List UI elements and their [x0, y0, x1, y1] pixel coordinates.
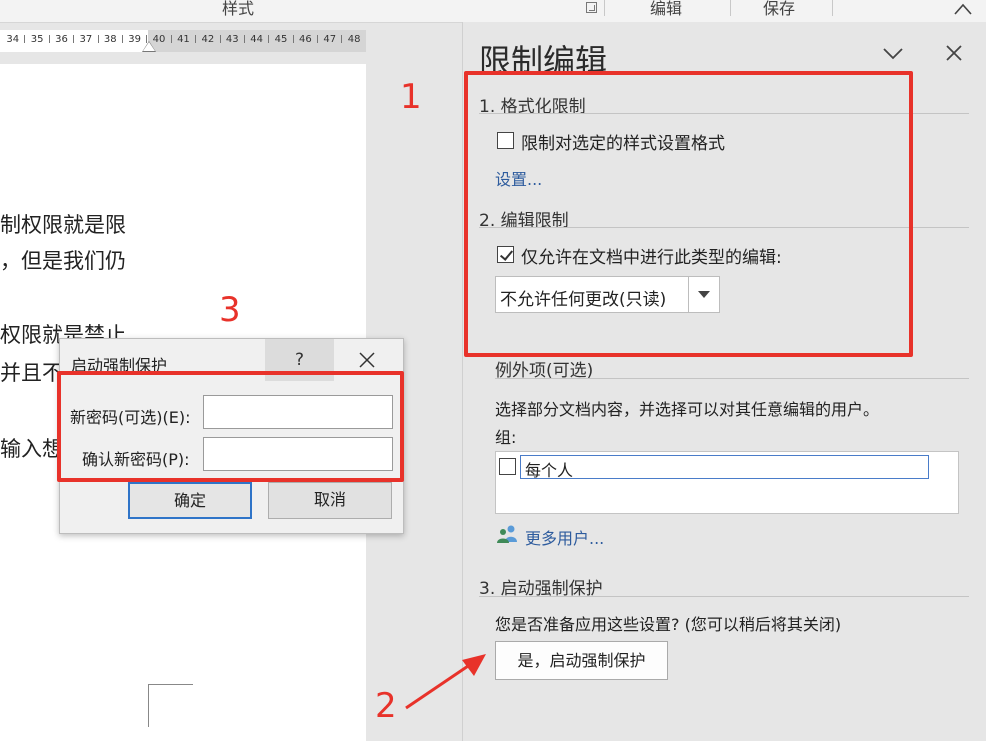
- ruler-tick-label: 44: [250, 34, 263, 45]
- ruler-tick-label: 35: [30, 34, 44, 45]
- section-divider: [495, 378, 969, 379]
- group-everyone-checkbox[interactable]: [499, 458, 516, 475]
- ribbon-group-editing[interactable]: 编辑: [650, 0, 682, 18]
- ruler-tick-label: 41: [177, 34, 190, 45]
- ruler-tick-label: 47: [323, 34, 337, 45]
- ruler-tick-label: 34: [6, 34, 20, 45]
- annotation-number-2: 2: [375, 686, 397, 726]
- ribbon-separator: [730, 0, 731, 16]
- ruler-tick-label: 38: [103, 34, 117, 45]
- start-enforcement-question: 您是否准备应用这些设置? (您可以稍后将其关闭): [495, 615, 842, 634]
- panel-options-chevron-icon[interactable]: [881, 46, 905, 62]
- users-icon: [497, 525, 517, 543]
- ribbon-separator: [604, 0, 605, 16]
- ruler-ticks: 34 35 36 37 38 39 40 41 42 43 44 45 46 47 48: [0, 34, 367, 45]
- collapse-ribbon-icon[interactable]: [953, 0, 973, 18]
- document-text-line: ，但是我们仍: [0, 249, 126, 273]
- page-crop-mark: [148, 684, 193, 727]
- ok-button[interactable]: 确定: [128, 482, 252, 519]
- document-text-line: 制权限就是限: [0, 213, 126, 237]
- ruler-tick-label: 43: [225, 34, 239, 45]
- ribbon-separator: [832, 0, 833, 16]
- more-users-link[interactable]: 更多用户...: [525, 525, 604, 549]
- annotation-number-3: 3: [219, 290, 241, 330]
- ribbon-group-styles: 样式: [222, 0, 255, 18]
- ruler-tick-label: 37: [79, 34, 93, 45]
- panel-close-icon[interactable]: [945, 44, 963, 62]
- annotation-box-1: [464, 71, 913, 357]
- ruler-tick-label: 36: [55, 34, 68, 45]
- group-item-everyone[interactable]: 每个人: [520, 455, 929, 480]
- document-text-line: 并且不: [0, 361, 63, 385]
- exceptions-description: 选择部分文档内容，并选择可以对其任意编辑的用户。: [495, 400, 880, 419]
- annotation-arrow-icon: [405, 654, 486, 710]
- ruler-tick-label: 46: [299, 34, 312, 45]
- group-item-label: 每个人: [525, 461, 574, 480]
- groups-label: 组:: [495, 428, 517, 447]
- ribbon-strip: 样式 编辑 保存: [0, 0, 986, 23]
- document-text-line: 输入想: [0, 437, 63, 461]
- ribbon-group-save[interactable]: 保存: [763, 0, 795, 18]
- styles-dialog-launcher-icon[interactable]: [586, 2, 597, 13]
- groups-list[interactable]: 每个人: [495, 451, 959, 514]
- ruler-tick-label: 48: [347, 34, 361, 45]
- ruler-tick-label: 42: [201, 34, 215, 45]
- section-divider: [479, 596, 969, 597]
- start-enforcing-protection-button[interactable]: 是，启动强制保护: [495, 641, 668, 680]
- annotation-number-1: 1: [400, 77, 422, 117]
- dialog-close-icon[interactable]: [358, 351, 376, 369]
- ruler-tick-label: 45: [274, 34, 288, 45]
- right-indent-marker-icon[interactable]: [143, 42, 155, 51]
- horizontal-ruler[interactable]: 34 35 36 37 38 39 40 41 42 43 44 45 46 47 48: [0, 30, 366, 52]
- annotation-box-3: [57, 371, 404, 482]
- cancel-button[interactable]: 取消: [268, 482, 392, 519]
